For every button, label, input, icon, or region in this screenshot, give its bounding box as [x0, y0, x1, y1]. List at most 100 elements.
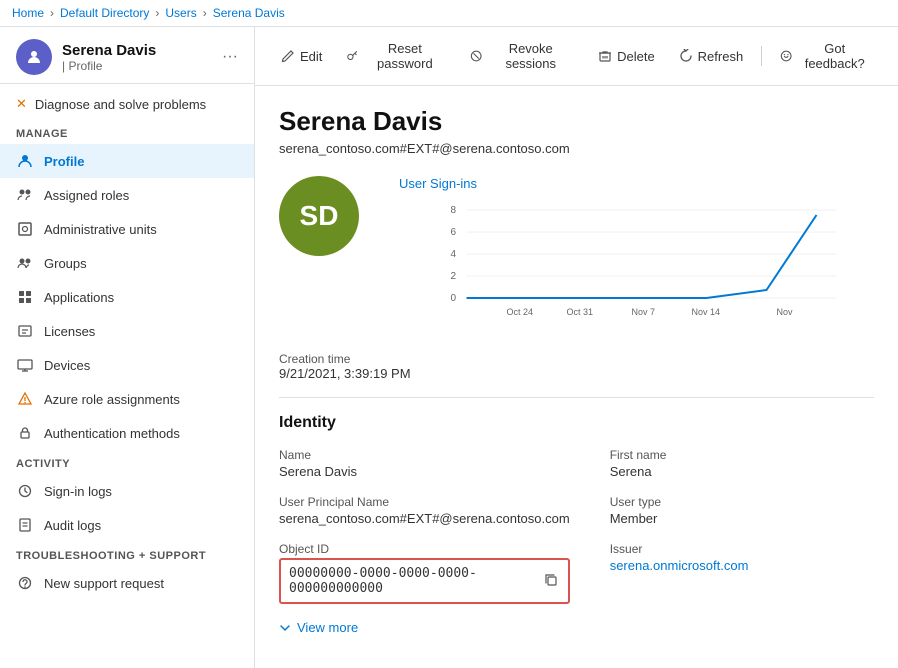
avatar-large: SD [279, 176, 359, 256]
svg-text:Oct 31: Oct 31 [567, 307, 594, 317]
sidebar-item-assigned-roles[interactable]: Assigned roles [0, 178, 254, 212]
svg-text:2: 2 [451, 271, 457, 282]
sidebar-item-support[interactable]: New support request [0, 566, 254, 600]
support-section-label: Troubleshooting + Support [0, 542, 254, 566]
svg-text:Nov: Nov [777, 307, 794, 317]
audit-icon [16, 516, 34, 534]
chevron-down-icon [279, 622, 291, 634]
avatar-small [16, 39, 52, 75]
role-icon [16, 186, 34, 204]
user-type-value: Member [610, 511, 874, 526]
breadcrumb-current: Serena Davis [213, 6, 285, 20]
copy-icon [544, 573, 558, 587]
profile-name: Serena Davis [279, 106, 874, 137]
object-id-label: Object ID [279, 542, 570, 556]
breadcrumb: Home › Default Directory › Users › Seren… [0, 0, 898, 27]
reset-password-button[interactable]: Reset password [336, 35, 456, 77]
sidebar-item-azure-roles[interactable]: Azure role assignments [0, 382, 254, 416]
sidebar-item-auth-methods[interactable]: Authentication methods [0, 416, 254, 450]
refresh-button[interactable]: Refresh [669, 43, 754, 70]
sidebar-item-audit-logs[interactable]: Audit logs [0, 508, 254, 542]
support-icon [16, 574, 34, 592]
activity-section-label: Activity [0, 450, 254, 474]
signin-icon [16, 482, 34, 500]
main-content: Edit Reset password Revoke sessions [255, 27, 898, 668]
breadcrumb-sep-1: › [50, 6, 54, 20]
app-icon [16, 288, 34, 306]
first-name-label: First name [610, 448, 874, 462]
section-divider [279, 397, 874, 398]
object-id-wrapper: 00000000-0000-0000-0000-000000000000 [279, 558, 570, 604]
breadcrumb-sep-3: › [203, 6, 207, 20]
license-icon [16, 322, 34, 340]
upn-label: User Principal Name [279, 495, 570, 509]
refresh-icon [679, 49, 693, 63]
delete-icon [598, 49, 612, 63]
name-label: Name [279, 448, 570, 462]
svg-text:6: 6 [451, 227, 457, 238]
svg-text:Nov 7: Nov 7 [632, 307, 656, 317]
issuer-label: Issuer [610, 542, 874, 556]
breadcrumb-users[interactable]: Users [165, 6, 196, 20]
identity-title: Identity [279, 414, 874, 432]
user-name-header: Serena Davis [62, 42, 156, 59]
sidebar-item-devices[interactable]: Devices [0, 348, 254, 382]
toolbar-divider [761, 46, 762, 66]
sidebar-item-licenses[interactable]: Licenses [0, 314, 254, 348]
creation-label: Creation time [279, 352, 874, 366]
sidebar-item-admin-units[interactable]: Administrative units [0, 212, 254, 246]
breadcrumb-home[interactable]: Home [12, 6, 44, 20]
issuer-value[interactable]: serena.onmicrosoft.com [610, 558, 749, 573]
edit-button[interactable]: Edit [271, 43, 332, 70]
svg-text:4: 4 [451, 249, 457, 260]
svg-text:8: 8 [451, 205, 457, 216]
copy-object-id-button[interactable] [542, 571, 560, 592]
user-header: Serena Davis | Profile ··· [0, 27, 254, 84]
person-icon [16, 152, 34, 170]
sidebar-item-applications[interactable]: Applications [0, 280, 254, 314]
sidebar-item-groups[interactable]: Groups [0, 246, 254, 280]
delete-button[interactable]: Delete [588, 43, 665, 70]
user-page-label: | Profile [62, 59, 156, 73]
sidebar-nav: ✕ Diagnose and solve problems Manage Pro… [0, 84, 254, 668]
chart-title: User Sign-ins [399, 176, 874, 191]
creation-time: Creation time 9/21/2021, 3:39:19 PM [279, 352, 874, 381]
revoke-sessions-button[interactable]: Revoke sessions [460, 35, 584, 77]
identity-grid: Name Serena Davis First name Serena User… [279, 448, 874, 604]
sidebar: Serena Davis | Profile ··· ✕ Diagnose an… [0, 27, 255, 668]
name-value: Serena Davis [279, 464, 570, 479]
user-type-field: User type Member [610, 495, 874, 526]
revoke-icon [470, 49, 482, 63]
breadcrumb-default-directory[interactable]: Default Directory [60, 6, 149, 20]
admin-icon [16, 220, 34, 238]
sidebar-item-signin-logs[interactable]: Sign-in logs [0, 474, 254, 508]
user-signins-chart: 8 6 4 2 0 Oct 24 [399, 195, 874, 325]
user-header-text: Serena Davis | Profile [62, 42, 156, 73]
azure-icon [16, 390, 34, 408]
profile-top: SD User Sign-ins 8 6 4 2 0 [279, 176, 874, 328]
wrench-icon: ✕ [16, 96, 27, 112]
header-ellipsis[interactable]: ··· [222, 48, 238, 66]
upn-value: serena_contoso.com#EXT#@serena.contoso.c… [279, 511, 570, 526]
breadcrumb-sep-2: › [155, 6, 159, 20]
device-icon [16, 356, 34, 374]
object-id-value: 00000000-0000-0000-0000-000000000000 [289, 566, 534, 596]
svg-text:Oct 24: Oct 24 [507, 307, 534, 317]
diagnose-and-solve[interactable]: ✕ Diagnose and solve problems [0, 88, 254, 120]
name-field: Name Serena Davis [279, 448, 570, 479]
object-id-field: Object ID 00000000-0000-0000-0000-000000… [279, 542, 570, 604]
feedback-icon [780, 49, 792, 63]
manage-section-label: Manage [0, 120, 254, 144]
groups-icon [16, 254, 34, 272]
view-more[interactable]: View more [279, 620, 874, 635]
first-name-field: First name Serena [610, 448, 874, 479]
chart-area: User Sign-ins 8 6 4 2 0 [399, 176, 874, 328]
svg-text:0: 0 [451, 293, 457, 304]
auth-icon [16, 424, 34, 442]
creation-value: 9/21/2021, 3:39:19 PM [279, 366, 874, 381]
first-name-value: Serena [610, 464, 874, 479]
feedback-button[interactable]: Got feedback? [770, 35, 882, 77]
profile-content: Serena Davis serena_contoso.com#EXT#@ser… [255, 86, 898, 668]
issuer-field: Issuer serena.onmicrosoft.com [610, 542, 874, 604]
sidebar-item-profile[interactable]: Profile [0, 144, 254, 178]
